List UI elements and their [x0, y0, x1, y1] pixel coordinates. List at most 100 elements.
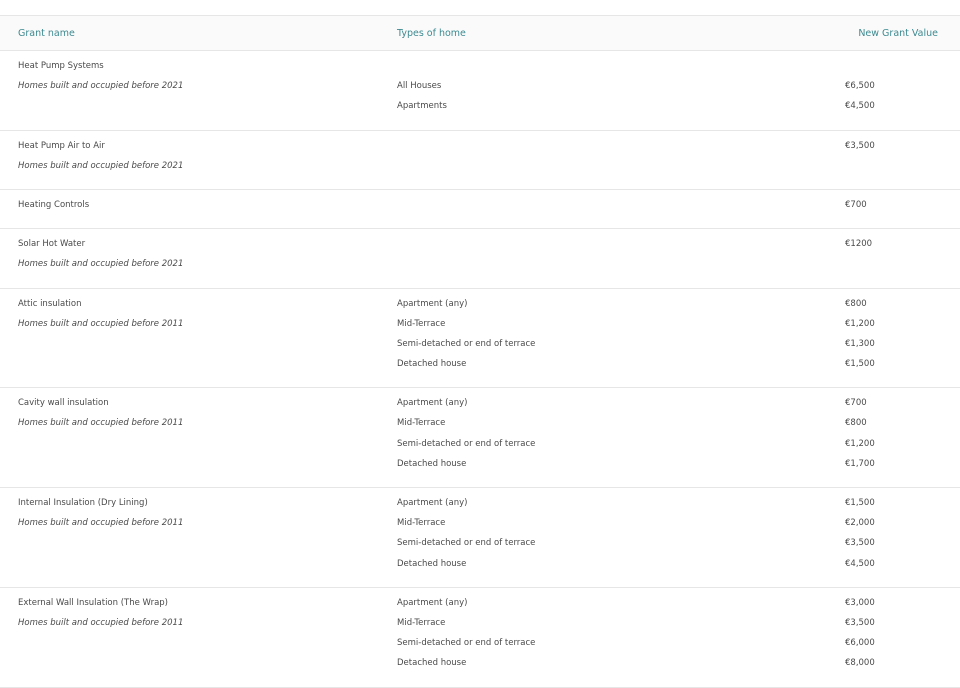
grant-name: Heat Pump Systems — [18, 61, 104, 71]
home-type: Detached house — [397, 458, 467, 469]
grant-value-cell: €3,500 — [845, 140, 960, 180]
grant-value: €1200 — [845, 239, 873, 250]
grants-table: Grant name Types of home New Grant Value… — [0, 15, 960, 688]
grant-value-cell: €700 €800 €1,200 €1,700 — [845, 397, 960, 478]
grant-name: Internal Insulation (Dry Lining) — [18, 498, 148, 508]
grant-value: €1,700 — [845, 458, 875, 469]
grant-value: €3,500 — [845, 538, 875, 549]
home-type: Semi-detached or end of terrace — [397, 338, 536, 349]
home-type-cell — [397, 199, 845, 219]
home-type — [397, 140, 845, 160]
grant-name-cell: External Wall Insulation (The Wrap) Homes… — [0, 597, 397, 678]
grant-value-cell: €800 €1,200 €1,300 €1,500 — [845, 298, 960, 379]
grant-name: Heat Pump Air to Air — [18, 140, 105, 151]
home-type: Detached house — [397, 359, 467, 370]
home-type-cell: Apartment (any) Mid-Terrace Semi-detached … — [397, 497, 845, 578]
home-type-cell — [397, 238, 845, 278]
grant-value: €1,500 — [845, 359, 875, 370]
home-type — [397, 238, 845, 258]
grant-value — [845, 160, 950, 180]
home-type: Detached house — [397, 558, 467, 569]
grant-value — [845, 258, 950, 278]
grant-value: €4,500 — [845, 558, 875, 569]
home-type — [397, 160, 845, 180]
grant-row: Heating Controls €700 — [0, 190, 960, 230]
grant-name-cell: Solar Hot Water Homes built and occupied … — [0, 238, 397, 278]
grant-name-cell: Heat Pump Air to Air Homes built and occu… — [0, 140, 397, 180]
table-header: Grant name Types of home New Grant Value — [0, 15, 960, 51]
grant-eligibility-note: Homes built and occupied before 2011 — [18, 318, 184, 329]
grant-value: €800 — [845, 298, 867, 309]
grant-row: Heat Pump Air to Air Homes built and occu… — [0, 131, 960, 190]
home-type: Detached house — [397, 658, 467, 669]
home-type: Apartment (any) — [397, 597, 468, 608]
grant-value: €3,500 — [845, 140, 875, 151]
grant-value: €1,300 — [845, 338, 875, 349]
grant-eligibility-note: Homes built and occupied before 2011 — [18, 418, 184, 429]
grant-name: Solar Hot Water — [18, 239, 86, 250]
home-type: Semi-detached or end of terrace — [397, 538, 536, 549]
grant-eligibility-note: Homes built and occupied before 2021 — [18, 81, 184, 92]
home-type: All Houses — [397, 81, 442, 92]
home-type: Apartment (any) — [397, 498, 468, 508]
home-type-cell: Apartment (any) Mid-Terrace Semi-detached … — [397, 298, 845, 379]
home-type: Mid-Terrace — [397, 518, 446, 529]
grant-value: €1,200 — [845, 318, 875, 329]
home-type — [397, 258, 845, 278]
home-type: Apartment (any) — [397, 398, 468, 409]
home-type-cell — [397, 140, 845, 180]
grant-value: €6,000 — [845, 638, 875, 649]
grant-name: Attic insulation — [18, 298, 82, 309]
grant-row: Internal Insulation (Dry Lining) Homes bu… — [0, 488, 960, 588]
home-type: Apartments — [397, 101, 447, 112]
grant-value: €1,200 — [845, 438, 875, 449]
grant-value-cell: €1,500 €2,000 €3,500 €4,500 — [845, 497, 960, 578]
grant-name: External Wall Insulation (The Wrap) — [18, 597, 168, 608]
home-type — [397, 60, 845, 80]
home-type: Mid-Terrace — [397, 617, 446, 628]
grant-value: €6,500 — [845, 81, 875, 92]
home-type-cell: All Houses Apartments — [397, 60, 845, 121]
home-type — [397, 199, 845, 219]
grant-value: €1,500 — [845, 498, 875, 508]
table-body: Heat Pump Systems Homes built and occupie… — [0, 51, 960, 688]
grant-name-cell: Heat Pump Systems Homes built and occupie… — [0, 60, 397, 121]
home-type: Semi-detached or end of terrace — [397, 638, 536, 649]
grant-row: External Wall Insulation (The Wrap) Homes… — [0, 588, 960, 688]
home-type-cell: Apartment (any) Mid-Terrace Semi-detached … — [397, 597, 845, 678]
grant-value: €3,500 — [845, 617, 875, 628]
grant-value-cell: €700 — [845, 199, 960, 219]
grant-name-cell: Internal Insulation (Dry Lining) Homes bu… — [0, 497, 397, 578]
grant-row: Attic insulation Homes built and occupied… — [0, 289, 960, 389]
grant-value-cell: €1200 — [845, 238, 960, 278]
grant-row: Heat Pump Systems Homes built and occupie… — [0, 51, 960, 131]
header-types-of-home: Types of home — [397, 27, 466, 39]
grant-value-cell: €3,000 €3,500 €6,000 €8,000 — [845, 597, 960, 678]
header-new-grant-value: New Grant Value — [858, 27, 938, 39]
grant-value-cell: €6,500 €4,500 — [845, 60, 960, 121]
grant-name: Cavity wall insulation — [18, 398, 109, 409]
grant-value: €800 — [845, 418, 867, 429]
grant-value: €2,000 — [845, 518, 875, 529]
home-type: Mid-Terrace — [397, 318, 446, 329]
grant-eligibility-note: Homes built and occupied before 2011 — [18, 617, 184, 628]
home-type-cell: Apartment (any) Mid-Terrace Semi-detached … — [397, 397, 845, 478]
grant-eligibility-note: Homes built and occupied before 2021 — [18, 160, 184, 171]
grant-name-cell: Cavity wall insulation Homes built and oc… — [0, 397, 397, 478]
grant-value: €700 — [845, 199, 867, 210]
home-type: Apartment (any) — [397, 298, 468, 309]
grant-eligibility-note: Homes built and occupied before 2021 — [18, 259, 184, 270]
grant-value: €8,000 — [845, 658, 875, 669]
grant-name-cell: Heating Controls — [0, 199, 397, 219]
grant-value — [845, 60, 950, 80]
grant-name: Heating Controls — [18, 199, 90, 210]
grant-value: €4,500 — [845, 101, 875, 112]
header-grant-name: Grant name — [18, 27, 75, 39]
grant-eligibility-note: Homes built and occupied before 2011 — [18, 518, 184, 529]
home-type: Semi-detached or end of terrace — [397, 438, 536, 449]
grant-row: Cavity wall insulation Homes built and oc… — [0, 388, 960, 488]
grant-row: Solar Hot Water Homes built and occupied … — [0, 229, 960, 289]
grant-name-cell: Attic insulation Homes built and occupied… — [0, 298, 397, 379]
home-type: Mid-Terrace — [397, 418, 446, 429]
grant-value: €700 — [845, 398, 867, 409]
